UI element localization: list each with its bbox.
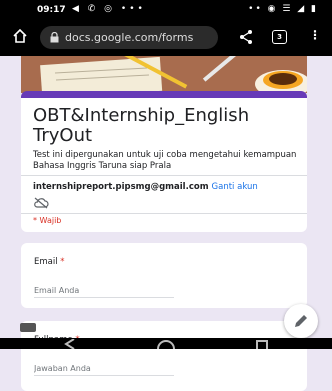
question-card-email: Email * bbox=[21, 243, 307, 308]
system-nav-bar bbox=[0, 338, 332, 349]
question-label: Email * bbox=[34, 257, 65, 267]
form-header-card: OBT&Internship_English TryOut Test ini d… bbox=[21, 91, 307, 232]
form-page: OBT&Internship_English TryOut Test ini d… bbox=[21, 56, 307, 391]
system-status-icons: •• ◉ ☰ ◢ ▮ bbox=[248, 4, 318, 14]
edit-fab-button[interactable] bbox=[284, 304, 318, 338]
divider bbox=[21, 213, 307, 214]
form-title: OBT&Internship_English TryOut bbox=[33, 105, 250, 146]
back-icon[interactable] bbox=[62, 339, 80, 349]
status-time: 09:17 bbox=[37, 5, 66, 15]
required-asterisk: * bbox=[60, 257, 65, 267]
url-text: docs.google.com/forms bbox=[65, 31, 194, 44]
question-card-fullname: Fullname * bbox=[21, 321, 307, 391]
browser-toolbar: docs.google.com/forms 3 ⋮ bbox=[0, 20, 332, 56]
fullname-input[interactable] bbox=[34, 361, 174, 376]
overflow-menu-icon[interactable]: ⋮ bbox=[309, 28, 321, 42]
tab-switcher-button[interactable]: 3 bbox=[272, 30, 287, 44]
recents-icon[interactable] bbox=[253, 339, 271, 349]
form-description: Test ini dipergunakan untuk uji coba men… bbox=[33, 150, 297, 171]
header-banner-image bbox=[21, 56, 307, 93]
lock-icon bbox=[50, 32, 59, 43]
email-input[interactable] bbox=[34, 283, 174, 298]
address-bar[interactable]: docs.google.com/forms bbox=[40, 26, 218, 49]
home-icon[interactable] bbox=[12, 28, 28, 44]
divider bbox=[21, 175, 307, 176]
account-line: internshipreport.pipsmg@gmail.com Ganti … bbox=[33, 182, 258, 192]
home-nav-icon[interactable] bbox=[157, 339, 175, 349]
notification-icons: ◀ ✆ ◎ ••• bbox=[72, 4, 146, 14]
share-icon[interactable] bbox=[238, 29, 254, 45]
question-title: Email bbox=[34, 257, 58, 267]
cloud-off-icon bbox=[34, 197, 49, 209]
status-bar: 09:17 ◀ ✆ ◎ ••• •• ◉ ☰ ◢ ▮ bbox=[0, 0, 332, 20]
required-note: * Wajib bbox=[33, 216, 62, 225]
switch-account-link[interactable]: Ganti akun bbox=[212, 182, 258, 192]
pencil-icon bbox=[295, 315, 307, 327]
minimized-panel-handle[interactable] bbox=[20, 323, 36, 332]
account-email: internshipreport.pipsmg@gmail.com bbox=[33, 182, 209, 192]
